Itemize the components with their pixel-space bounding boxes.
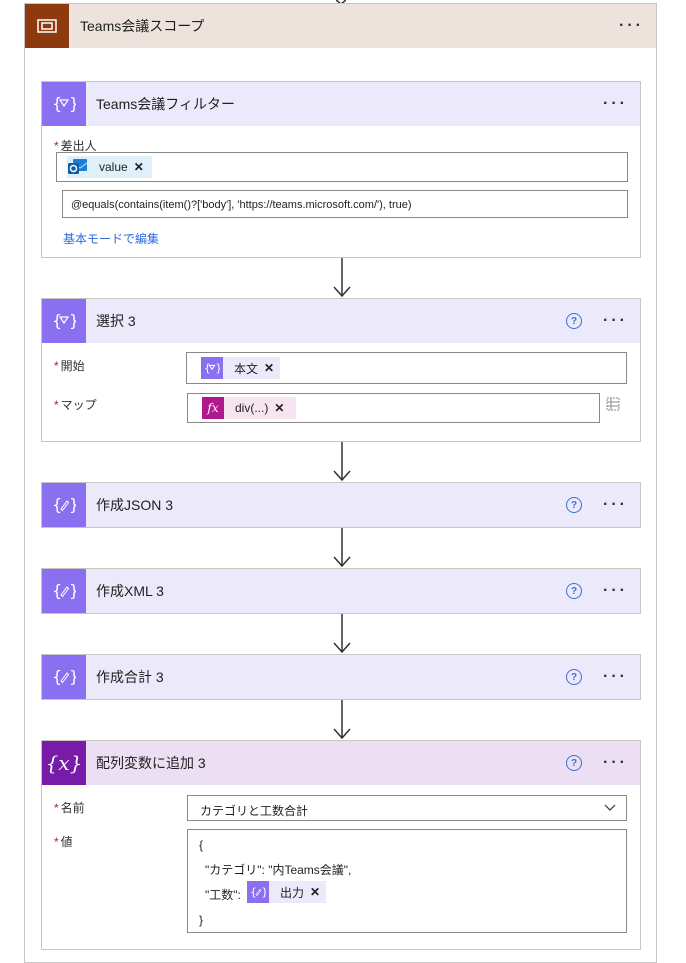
compose-xml-card[interactable]: {} 作成XML 3 ? ··· [41, 568, 641, 614]
body-token[interactable]: {} 本文 ✕ [201, 357, 281, 379]
svg-text:{: { [250, 885, 257, 898]
svg-text:{: { [52, 495, 62, 514]
compose-total-card[interactable]: {} 作成合計 3 ? ··· [41, 654, 641, 700]
fx-icon: fx [202, 397, 224, 419]
filter-icon: {} [201, 357, 223, 379]
select-card-header[interactable]: {} 選択 3 ? ··· [42, 299, 640, 343]
map-field[interactable]: fx div(...) ✕ [187, 393, 600, 423]
select-from-field[interactable]: {} 本文 ✕ [186, 352, 627, 384]
value-token-label: value [99, 160, 128, 174]
value-line: "カテゴリ": "内Teams会議", [205, 863, 352, 877]
more-icon[interactable]: ··· [603, 497, 628, 513]
scope-icon [25, 4, 69, 48]
svg-text:}: } [261, 885, 266, 898]
filter-icon: {} [42, 82, 86, 126]
more-icon[interactable]: ··· [603, 96, 628, 112]
svg-text:}: } [69, 94, 76, 113]
compose-xml-header[interactable]: {} 作成XML 3 ? ··· [42, 569, 640, 613]
basic-mode-link[interactable]: 基本モードで編集 [63, 230, 159, 247]
svg-text:}: } [69, 667, 76, 686]
svg-text:}: } [215, 361, 220, 374]
select-title: 選択 3 [96, 313, 136, 329]
svg-text:{: { [204, 361, 211, 374]
close-icon[interactable]: ✕ [310, 885, 320, 899]
compose-json-card[interactable]: {} 作成JSON 3 ? ··· [41, 482, 641, 528]
connector-arrow [333, 614, 351, 654]
filter-card: {} Teams会議フィルター ··· *差出人 value ✕ @equals… [41, 81, 641, 258]
value-line: } [199, 913, 204, 927]
output-token-label: 出力 [280, 885, 305, 900]
compose-json-title: 作成JSON 3 [96, 497, 174, 513]
connector-arrow [333, 528, 351, 568]
value-token[interactable]: value ✕ [67, 156, 152, 178]
select-card: {} 選択 3 ? ··· *開始 {} 本文 ✕ *マップ fx div(..… [41, 298, 641, 442]
value-label: * 値 [54, 835, 73, 849]
filter-title: Teams会議フィルター [96, 96, 235, 112]
close-icon[interactable]: ✕ [264, 361, 274, 375]
help-icon[interactable]: ? [566, 669, 582, 685]
value-editor[interactable]: { "カテゴリ": "内Teams会議", "工数": {} 出力 ✕ } [187, 829, 627, 933]
table-view-icon[interactable] [605, 396, 621, 412]
close-icon[interactable]: ✕ [274, 401, 284, 415]
select-from-label: * 開始 [54, 359, 85, 373]
filter-icon: {} [42, 299, 86, 343]
chevron-down-icon [604, 804, 616, 811]
append-variable-title: 配列変数に追加 3 [96, 755, 206, 771]
output-token[interactable]: {} 出力 ✕ [247, 881, 327, 903]
svg-text:{: { [52, 311, 62, 330]
help-icon[interactable]: ? [566, 755, 582, 771]
more-icon[interactable]: ··· [603, 583, 628, 599]
name-label: * 名前 [54, 801, 85, 815]
expression-text: @equals(contains(item()?['body'], 'https… [71, 199, 412, 211]
compose-total-title: 作成合計 3 [96, 669, 164, 685]
div-token[interactable]: fx div(...) ✕ [202, 397, 297, 419]
append-variable-header[interactable]: {x} 配列変数に追加 3 ? ··· [42, 741, 640, 785]
compose-total-header[interactable]: {} 作成合計 3 ? ··· [42, 655, 640, 699]
value-line: { [199, 838, 204, 852]
close-icon[interactable]: ✕ [134, 160, 144, 174]
expression-field[interactable]: @equals(contains(item()?['body'], 'https… [62, 190, 628, 218]
append-variable-card: {x} 配列変数に追加 3 ? ··· * 名前 カテゴリと工数合計 * 値 { "… [41, 740, 641, 950]
help-icon[interactable]: ? [566, 583, 582, 599]
more-icon[interactable]: ··· [603, 755, 628, 771]
help-icon[interactable]: ? [566, 497, 582, 513]
scope-title: Teams会議スコープ [80, 18, 205, 34]
compose-json-header[interactable]: {} 作成JSON 3 ? ··· [42, 483, 640, 527]
compose-icon: {} [247, 881, 269, 903]
svg-text:}: } [69, 495, 76, 514]
svg-text:}: } [69, 581, 76, 600]
connector-arrow [333, 258, 351, 298]
connector-arrow [333, 442, 351, 482]
value-line: "工数": [205, 888, 241, 902]
svg-text:{: { [52, 94, 62, 113]
connector-arrow [333, 700, 351, 740]
compose-icon: {} [42, 569, 86, 613]
name-dropdown-value: カテゴリと工数合計 [200, 804, 309, 818]
more-icon[interactable]: ··· [603, 669, 628, 685]
more-icon[interactable]: ··· [603, 313, 628, 329]
compose-xml-title: 作成XML 3 [96, 583, 164, 599]
outlook-icon [67, 156, 89, 178]
svg-text:{: { [52, 581, 62, 600]
map-label: * マップ [54, 398, 97, 412]
compose-icon: {} [42, 655, 86, 699]
filter-card-header[interactable]: {} Teams会議フィルター ··· [42, 82, 640, 126]
from-field[interactable]: value ✕ [56, 152, 628, 182]
more-icon[interactable]: ··· [619, 18, 644, 34]
svg-text:{: { [52, 667, 62, 686]
variable-icon: {x} [42, 741, 86, 785]
help-icon[interactable]: ? [566, 313, 582, 329]
body-token-label: 本文 [234, 361, 259, 376]
scope-header[interactable]: Teams会議スコープ ··· [25, 4, 656, 48]
name-dropdown[interactable]: カテゴリと工数合計 [187, 795, 627, 821]
svg-text:}: } [69, 311, 76, 330]
compose-icon: {} [42, 483, 86, 527]
div-token-label: div(...) [235, 401, 269, 415]
